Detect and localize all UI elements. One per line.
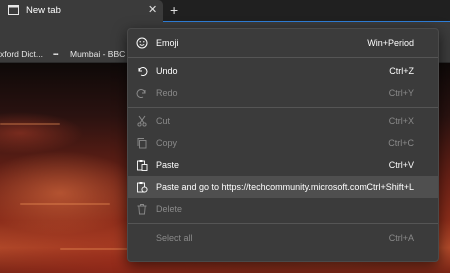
menu-item-emoji[interactable]: Emoji Win+Period [128, 32, 438, 54]
menu-item-shortcut: Ctrl+Shift+L [366, 182, 414, 192]
context-menu: Emoji Win+Period Undo Ctrl+Z Redo Ctrl+Y [127, 28, 439, 262]
menu-item-label: Copy [156, 138, 178, 148]
menu-item-paste-and-go[interactable]: Paste and go to https://techcommunity.mi… [128, 176, 438, 198]
emoji-icon [136, 37, 148, 49]
paste-and-go-icon [136, 181, 148, 193]
menu-item-cut: Cut Ctrl+X [128, 110, 438, 132]
menu-item-label: Paste and go to https://techcommunity.mi… [156, 182, 367, 192]
menu-item-shortcut: Win+Period [367, 38, 414, 48]
menu-item-shortcut: Ctrl+A [388, 233, 414, 243]
menu-item-copy: Copy Ctrl+C [128, 132, 438, 154]
redo-icon [136, 87, 148, 99]
menu-item-label: Delete [156, 204, 183, 214]
menu-item-redo: Redo Ctrl+Y [128, 82, 438, 104]
menu-item-select-all: Select all Ctrl+A [128, 227, 438, 249]
menu-separator [128, 107, 438, 108]
menu-separator [128, 223, 438, 224]
menu-item-shortcut: Ctrl+X [388, 116, 414, 126]
menu-item-label: Paste [156, 160, 180, 170]
cloud-streak [20, 203, 110, 205]
menu-item-delete: Delete [128, 198, 438, 220]
menu-item-shortcut: Ctrl+V [388, 160, 414, 170]
menu-item-undo[interactable]: Undo Ctrl+Z [128, 60, 438, 82]
menu-item-label: Emoji [156, 38, 179, 48]
menu-item-label: Select all [156, 233, 193, 243]
tab-new-tab[interactable]: New tab ✕ [0, 0, 163, 22]
tab-title: New tab [26, 5, 61, 16]
undo-icon [136, 65, 148, 77]
menu-item-shortcut: Ctrl+Z [389, 66, 414, 76]
menu-item-label: Cut [156, 116, 171, 126]
menu-item-label: Redo [156, 88, 178, 98]
new-tab-page-icon [8, 5, 19, 15]
tab-strip: New tab ✕ + [0, 0, 450, 22]
menu-separator [128, 57, 438, 58]
close-tab-icon[interactable]: ✕ [148, 4, 157, 16]
cloud-streak [0, 123, 60, 125]
menu-item-shortcut: Ctrl+C [388, 138, 414, 148]
copy-icon [136, 137, 148, 149]
favorite-bbc-mumbai[interactable]: Mumbai - BBC V [70, 49, 133, 59]
menu-item-label: Undo [156, 66, 178, 76]
new-tab-button[interactable]: + [170, 2, 178, 18]
bbc-favicon: ▪▪▪ [53, 52, 58, 58]
paste-icon [136, 159, 148, 171]
menu-item-paste[interactable]: Paste Ctrl+V [128, 154, 438, 176]
cloud-streak [60, 248, 130, 250]
menu-item-shortcut: Ctrl+Y [388, 88, 414, 98]
delete-icon [136, 203, 148, 215]
favorite-oxford-dictionary[interactable]: xford Dict... [0, 49, 43, 59]
cut-icon [136, 115, 148, 127]
